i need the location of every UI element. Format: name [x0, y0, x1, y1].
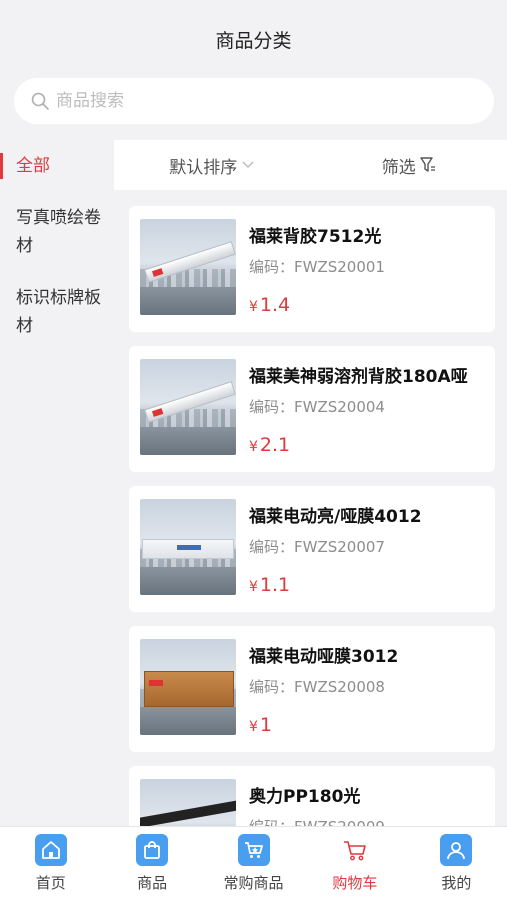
sidebar-item-all[interactable]: 全部 — [0, 140, 114, 192]
search-bar[interactable] — [14, 78, 494, 124]
tab-label: 商品 — [137, 874, 168, 892]
product-name: 福莱电动哑膜3012 — [249, 647, 399, 667]
product-card[interactable]: 奥力PP180光 编码：FWZS20009 — [129, 766, 495, 826]
product-name: 福莱电动亮/哑膜4012 — [249, 507, 422, 527]
tab-cart[interactable]: 购物车 — [304, 827, 405, 900]
product-code: 编码：FWZS20007 — [249, 538, 385, 556]
product-card[interactable]: 福莱电动哑膜3012 编码：FWZS20008 ¥1 — [129, 626, 495, 752]
sidebar-item-label: 写真喷绘卷材 — [16, 208, 101, 256]
search-icon — [31, 92, 49, 110]
product-image — [140, 219, 236, 315]
chevron-down-icon — [242, 161, 254, 168]
product-image — [140, 499, 236, 595]
product-card[interactable]: 福莱背胶7512光 编码：FWZS20001 ¥1.4 — [129, 206, 495, 332]
product-name: 奥力PP180光 — [249, 787, 361, 807]
sort-button[interactable]: 默认排序 — [114, 153, 311, 178]
filter-button[interactable]: 筛选 — [311, 153, 507, 178]
product-name: 福莱背胶7512光 — [249, 227, 382, 247]
product-price: ¥1.1 — [249, 574, 291, 596]
product-card[interactable]: 福莱美神弱溶剂背胶180A哑 编码：FWZS20004 ¥2.1 — [129, 346, 495, 472]
tab-products[interactable]: 商品 — [101, 827, 202, 900]
product-image — [140, 639, 236, 735]
product-card[interactable]: 福莱电动亮/哑膜4012 编码：FWZS20007 ¥1.1 — [129, 486, 495, 612]
tab-label: 首页 — [35, 874, 66, 892]
sort-filter-toolbar: 默认排序 筛选 — [114, 140, 507, 190]
sort-label: 默认排序 — [169, 157, 238, 178]
bottom-tab-bar: 首页 商品 常购商品 购物车 我的 — [0, 826, 507, 900]
tab-label: 常购商品 — [223, 874, 284, 892]
product-name: 福莱美神弱溶剂背胶180A哑 — [249, 367, 468, 387]
product-price: ¥1.4 — [249, 294, 291, 316]
product-code: 编码：FWZS20001 — [249, 258, 385, 276]
product-code: 编码：FWZS20008 — [249, 678, 385, 696]
filter-icon — [420, 157, 435, 172]
product-code: 编码：FWZS20009 — [249, 816, 385, 826]
tab-home[interactable]: 首页 — [0, 827, 101, 900]
sidebar-item-photo-inkjet-rolls[interactable]: 写真喷绘卷材 — [0, 192, 114, 272]
frequent-cart-icon — [237, 834, 270, 866]
tab-label: 我的 — [441, 874, 472, 892]
product-price: ¥1 — [249, 714, 273, 736]
sidebar-item-label: 全部 — [16, 156, 50, 176]
product-code: 编码：FWZS20004 — [249, 398, 385, 416]
user-icon — [440, 834, 473, 866]
bag-icon — [136, 834, 169, 866]
search-input[interactable] — [56, 91, 456, 111]
sidebar-item-signage-boards[interactable]: 标识标牌板材 — [0, 272, 114, 352]
tab-frequent-products[interactable]: 常购商品 — [203, 827, 304, 900]
product-image — [140, 779, 236, 826]
product-list: 福莱背胶7512光 编码：FWZS20001 ¥1.4 福莱美神弱溶剂背胶180… — [114, 190, 507, 826]
product-price: ¥2.1 — [249, 434, 291, 456]
tab-label: 购物车 — [332, 874, 378, 892]
category-sidebar: 全部 写真喷绘卷材 标识标牌板材 — [0, 140, 114, 826]
cart-icon — [339, 834, 371, 866]
tab-me[interactable]: 我的 — [406, 827, 507, 900]
header: 商品分类 — [0, 0, 507, 140]
home-icon — [34, 834, 67, 866]
page-title: 商品分类 — [215, 30, 292, 52]
sidebar-item-label: 标识标牌板材 — [16, 288, 101, 336]
product-image — [140, 359, 236, 455]
filter-label: 筛选 — [381, 157, 416, 178]
